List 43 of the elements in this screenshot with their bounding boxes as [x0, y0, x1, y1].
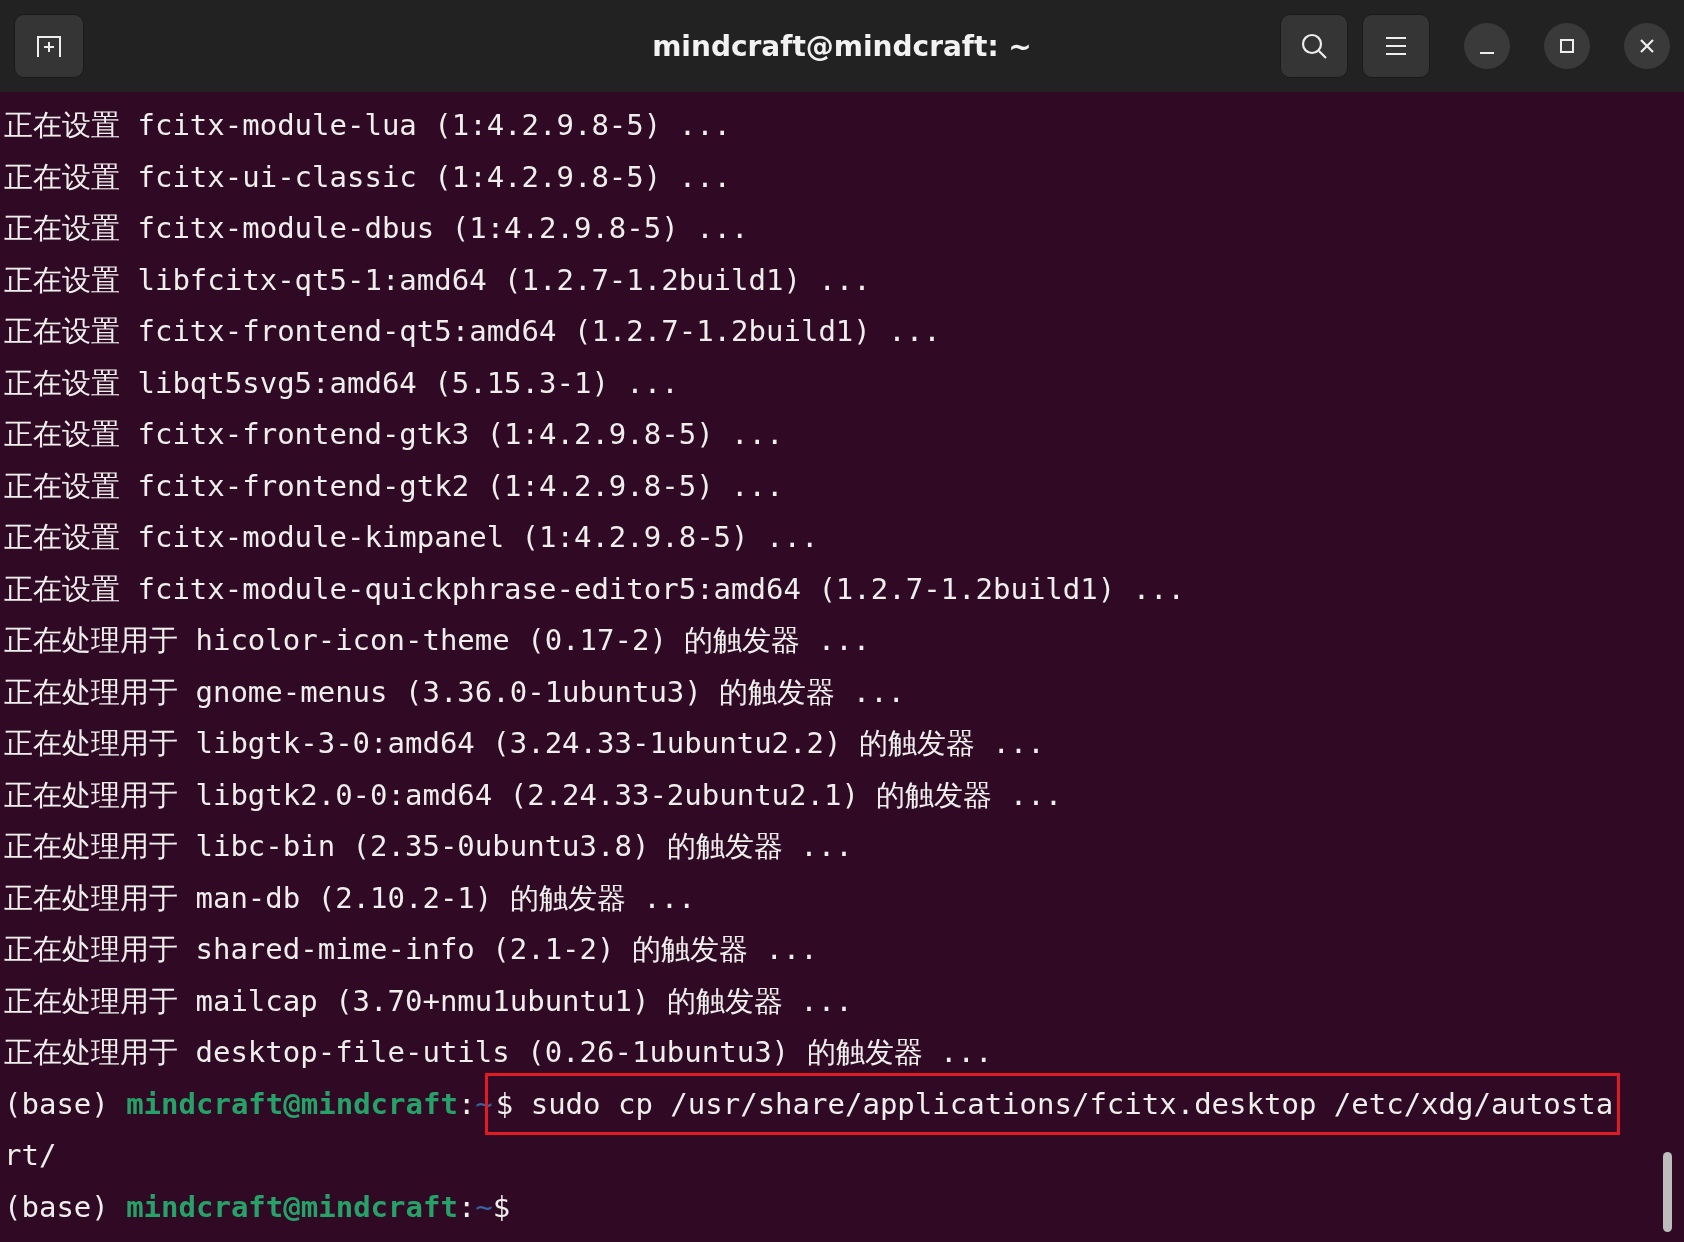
- output-line: 正在设置 fcitx-module-quickphrase-editor5:amd64 (1.2.7-1.2build1) ...: [4, 570, 1186, 608]
- output-line: 正在处理用于 gnome-menus (3.36.0-1ubuntu3) 的触发器 ...: [4, 673, 906, 711]
- search-button[interactable]: [1280, 14, 1348, 78]
- prompt-symbol: $: [495, 1085, 514, 1123]
- command-text: sudo cp /usr/share/applications/fcitx.desktop /etc/xdg/autosta: [530, 1085, 1614, 1123]
- output-line: 正在设置 fcitx-frontend-gtk2 (1:4.2.9.8-5) ...: [4, 467, 784, 505]
- output-line: 正在处理用于 libgtk-3-0:amd64 (3.24.33-1ubuntu2.2) 的触发器 ...: [4, 725, 1045, 762]
- output-line: 正在处理用于 shared-mime-info (2.1-2) 的触发器 ...: [4, 931, 818, 968]
- output-line: 正在设置 fcitx-module-dbus (1:4.2.9.8-5) ...: [4, 210, 749, 247]
- prompt-separator: :: [457, 1188, 476, 1226]
- output-line: 正在处理用于 hicolor-icon-theme (0.17-2) 的触发器 ...: [4, 622, 871, 659]
- output-line: 正在设置 libqt5svg5:amd64 (5.15.3-1) ...: [4, 364, 679, 402]
- output-line: 正在处理用于 libgtk2.0-0:amd64 (2.24.33-2ubuntu2.1) 的触发器 ...: [4, 776, 1063, 814]
- output-line: 正在设置 fcitx-frontend-gtk3 (1:4.2.9.8-5) ...: [4, 416, 784, 453]
- menu-button[interactable]: [1362, 14, 1430, 78]
- prompt-user: mindcraft@mindcraft: [126, 1085, 458, 1123]
- output-line: 正在设置 fcitx-module-kimpanel (1:4.2.9.8-5) ...: [4, 519, 819, 556]
- output-line: rt/: [4, 1137, 57, 1174]
- output-line: 正在设置 fcitx-ui-classic (1:4.2.9.8-5) ...: [4, 158, 732, 196]
- output-line: 正在设置 libfcitx-qt5-1:amd64 (1.2.7-1.2build1) ...: [4, 261, 871, 299]
- output-line: 正在处理用于 mailcap (3.70+nmu1ubuntu1) 的触发器 ...: [4, 982, 853, 1020]
- output-line: 正在处理用于 libc-bin (2.35-0ubuntu3.8) 的触发器 ...: [4, 828, 853, 865]
- scrollbar-thumb[interactable]: [1663, 1152, 1672, 1232]
- conda-env: (base): [4, 1188, 109, 1226]
- close-button[interactable]: [1624, 23, 1670, 69]
- conda-env: (base): [4, 1085, 109, 1123]
- output-line: 正在处理用于 man-db (2.10.2-1) 的触发器 ...: [4, 879, 696, 917]
- close-icon: [1638, 37, 1656, 55]
- prompt-path: ~: [475, 1188, 493, 1226]
- window-title: mindcraft@mindcraft: ~: [652, 29, 1032, 63]
- maximize-button[interactable]: [1544, 23, 1590, 69]
- output-line: 正在设置 fcitx-module-lua (1:4.2.9.8-5) ...: [4, 107, 732, 144]
- prompt-separator: :: [457, 1085, 476, 1123]
- maximize-icon: [1558, 37, 1576, 55]
- prompt-symbol: $: [492, 1188, 511, 1226]
- output-line: 正在处理用于 desktop-file-utils (0.26-1ubuntu3) 的触发器 ...: [4, 1034, 993, 1071]
- prompt-user: mindcraft@mindcraft: [126, 1188, 458, 1226]
- minimize-icon: [1480, 52, 1494, 54]
- new-tab-button[interactable]: [14, 14, 84, 78]
- menu-icon: [1384, 35, 1408, 57]
- output-line: 正在设置 fcitx-frontend-qt5:amd64 (1.2.7-1.2build1) ...: [4, 313, 941, 350]
- search-icon: [1299, 31, 1329, 61]
- new-tab-icon: [34, 33, 64, 59]
